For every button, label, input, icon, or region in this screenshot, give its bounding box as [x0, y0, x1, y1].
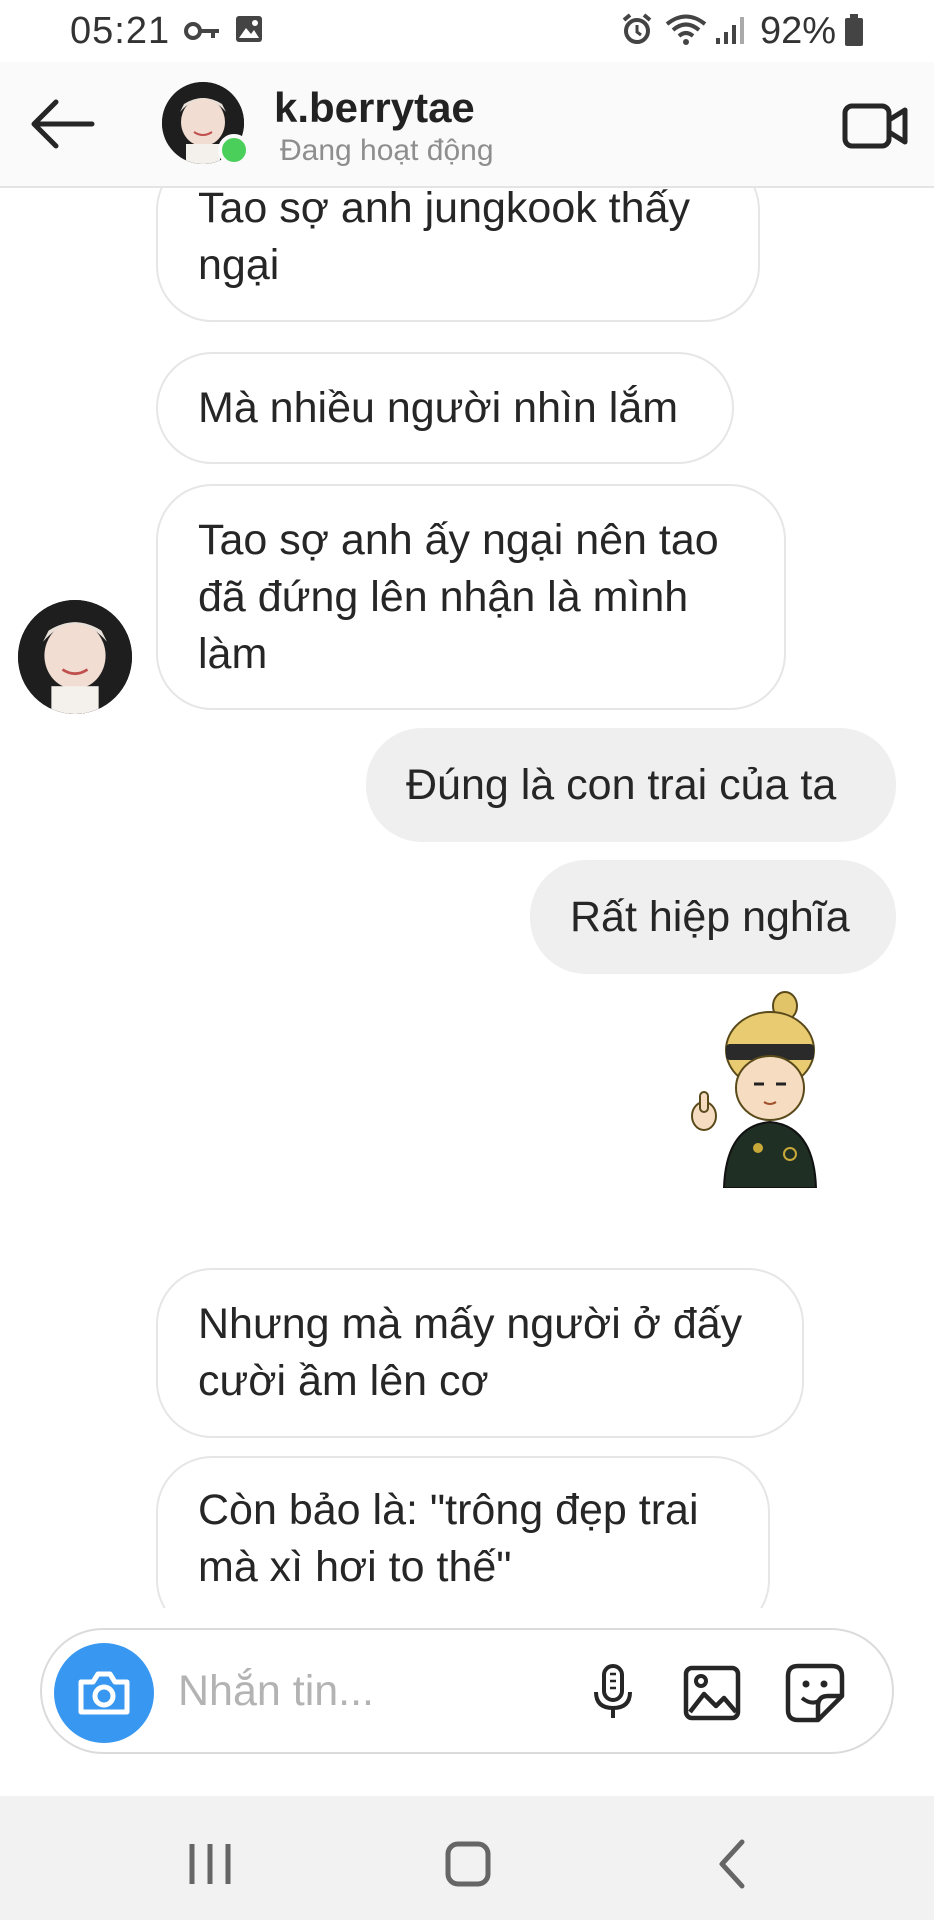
camera-icon — [78, 1671, 130, 1715]
camera-button[interactable] — [54, 1643, 154, 1743]
sticker-thumbs-up-character[interactable] — [690, 988, 840, 1188]
message-text: Mà nhiều người nhìn lắm — [198, 383, 679, 432]
alarm-icon — [622, 13, 652, 44]
wifi-icon — [665, 14, 707, 45]
message-input[interactable] — [176, 1660, 540, 1722]
message-bubble-outgoing[interactable]: Đúng là con trai của ta — [366, 728, 896, 842]
sticker-icon[interactable] — [784, 1662, 846, 1724]
microphone-icon[interactable] — [582, 1662, 644, 1724]
home-icon[interactable] — [438, 1834, 498, 1894]
message-text: Rất hiệp nghĩa — [570, 892, 850, 941]
recent-apps-icon[interactable] — [180, 1834, 240, 1894]
message-bubble-incoming[interactable]: Tao sợ anh ấy ngại nên tao đã đứng lên n… — [156, 484, 786, 710]
message-text: Tao sợ anh jungkook thấy ngại — [198, 188, 690, 289]
presence-status: Đang hoạt động — [280, 134, 494, 167]
back-arrow-icon[interactable] — [28, 96, 96, 152]
profile-avatar[interactable] — [162, 82, 250, 166]
message-bubble-incoming[interactable]: Nhưng mà mấy người ở đấy cười ầm lên cơ — [156, 1268, 804, 1438]
video-call-icon[interactable] — [842, 100, 908, 152]
message-text: Tao sợ anh ấy ngại nên tao đã đứng lên n… — [198, 515, 719, 678]
system-navigation-bar — [0, 1796, 934, 1920]
message-bubble-outgoing[interactable]: Rất hiệp nghĩa — [530, 860, 896, 974]
message-bubble-incoming[interactable]: Tao sợ anh jungkook thấy ngại — [156, 188, 760, 322]
battery-level: 92% — [760, 10, 837, 52]
signal-icon — [716, 17, 744, 44]
sender-avatar[interactable] — [18, 600, 132, 714]
chat-header: k.berrytae Đang hoạt động — [0, 62, 934, 188]
message-thread[interactable]: Tao sợ anh jungkook thấy ngại Mà nhiều n… — [0, 188, 934, 1608]
message-composer — [40, 1628, 894, 1754]
status-bar: 05:21 92% — [0, 0, 934, 62]
message-text: Đúng là con trai của ta — [406, 760, 837, 809]
message-text: Còn bảo là: "trông đẹp trai mà xì hơi to… — [198, 1486, 699, 1591]
message-text: Nhưng mà mấy người ở đấy cười ầm lên cơ — [198, 1300, 743, 1405]
online-status-dot — [218, 134, 250, 166]
avatar-photo — [18, 600, 132, 714]
message-bubble-incoming[interactable]: Còn bảo là: "trông đẹp trai mà xì hơi to… — [156, 1456, 770, 1608]
status-time: 05:21 — [70, 10, 171, 52]
back-icon[interactable] — [704, 1834, 764, 1894]
message-bubble-incoming[interactable]: Mà nhiều người nhìn lắm — [156, 352, 734, 464]
image-icon[interactable] — [682, 1662, 744, 1724]
chat-username[interactable]: k.berrytae — [274, 84, 475, 132]
battery-icon — [845, 14, 863, 46]
gallery-icon — [236, 16, 262, 42]
key-icon — [184, 22, 219, 40]
